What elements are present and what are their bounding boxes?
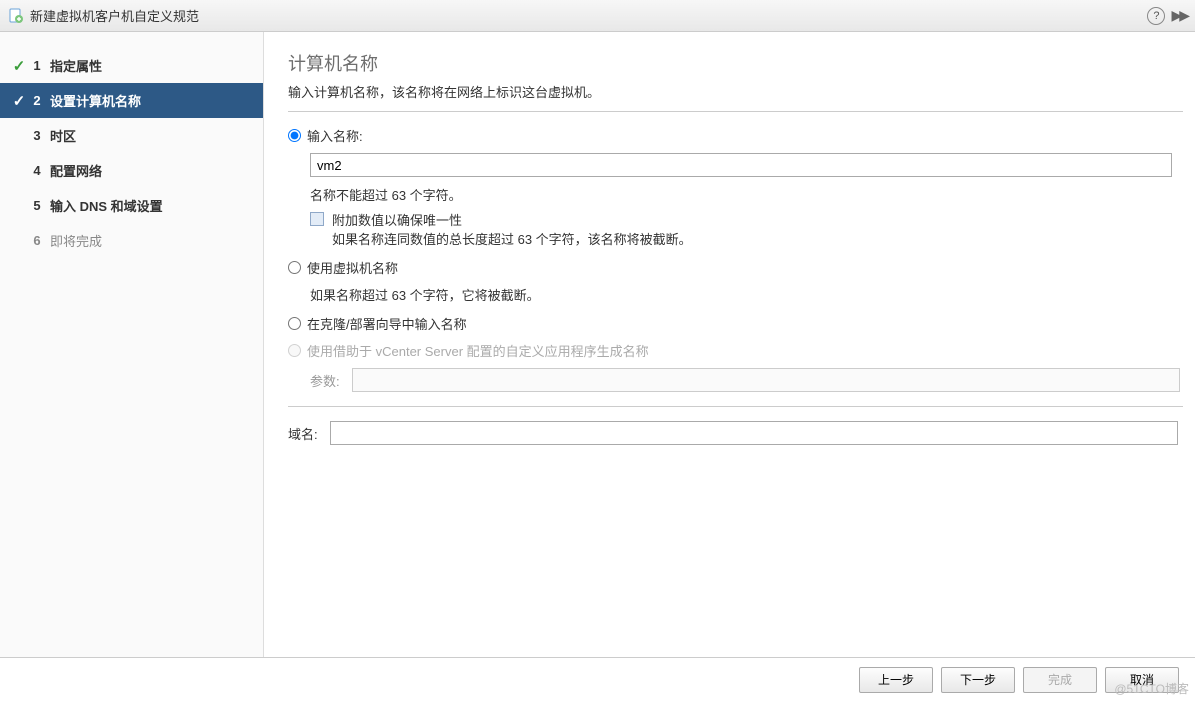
step-ready-to-complete[interactable]: 6 即将完成 bbox=[0, 223, 263, 258]
cancel-button[interactable]: 取消 bbox=[1105, 667, 1179, 693]
check-icon: ✓ bbox=[10, 57, 28, 75]
window-title: 新建虚拟机客户机自定义规范 bbox=[30, 6, 199, 25]
radio-input-name[interactable] bbox=[288, 129, 301, 142]
option-use-vm-name[interactable]: 使用虚拟机名称 bbox=[288, 258, 1183, 277]
step-number: 4 bbox=[28, 163, 46, 178]
page-subtitle: 输入计算机名称，该名称将在网络上标识这台虚拟机。 bbox=[288, 82, 1183, 101]
param-row: 参数: bbox=[310, 368, 1183, 392]
option-vcenter-app: 使用借助于 vCenter Server 配置的自定义应用程序生成名称 bbox=[288, 341, 1183, 360]
document-add-icon bbox=[8, 8, 24, 24]
radio-label: 使用借助于 vCenter Server 配置的自定义应用程序生成名称 bbox=[307, 341, 649, 360]
step-number: 5 bbox=[28, 198, 46, 213]
checkbox-hint: 如果名称连同数值的总长度超过 63 个字符，该名称将被截断。 bbox=[332, 229, 692, 248]
step-specify-properties[interactable]: ✓ 1 指定属性 bbox=[0, 48, 263, 83]
radio-clone-wizard[interactable] bbox=[288, 317, 301, 330]
step-label: 即将完成 bbox=[50, 231, 102, 250]
use-vm-name-hint: 如果名称超过 63 个字符，它将被截断。 bbox=[310, 285, 1183, 304]
step-label: 输入 DNS 和域设置 bbox=[50, 196, 163, 215]
name-length-hint: 名称不能超过 63 个字符。 bbox=[310, 185, 1183, 204]
back-button[interactable]: 上一步 bbox=[859, 667, 933, 693]
radio-label: 输入名称: bbox=[307, 126, 363, 145]
step-set-computer-name[interactable]: ✓ 2 设置计算机名称 bbox=[0, 83, 263, 118]
domain-input[interactable] bbox=[330, 421, 1178, 445]
step-dns-domain[interactable]: 5 输入 DNS 和域设置 bbox=[0, 188, 263, 223]
param-label: 参数: bbox=[310, 371, 344, 390]
content-pane: 计算机名称 输入计算机名称，该名称将在网络上标识这台虚拟机。 输入名称: 名称不… bbox=[264, 32, 1195, 657]
check-icon: ✓ bbox=[10, 92, 28, 110]
checkbox-label: 附加数值以确保唯一性 bbox=[332, 210, 692, 229]
step-number: 1 bbox=[28, 58, 46, 73]
help-icon[interactable]: ? bbox=[1147, 7, 1165, 25]
step-label: 指定属性 bbox=[50, 56, 102, 75]
option-input-name[interactable]: 输入名称: bbox=[288, 126, 1183, 145]
checkbox-icon[interactable] bbox=[310, 212, 324, 226]
finish-button: 完成 bbox=[1023, 667, 1097, 693]
radio-label: 在克隆/部署向导中输入名称 bbox=[307, 314, 467, 333]
step-label: 设置计算机名称 bbox=[50, 91, 141, 110]
title-bar: 新建虚拟机客户机自定义规范 ? ▶▶ bbox=[0, 0, 1195, 32]
step-number: 3 bbox=[28, 128, 46, 143]
radio-use-vm-name[interactable] bbox=[288, 261, 301, 274]
step-number: 2 bbox=[28, 93, 46, 108]
step-timezone[interactable]: 3 时区 bbox=[0, 118, 263, 153]
expand-icon[interactable]: ▶▶ bbox=[1171, 7, 1187, 24]
radio-label: 使用虚拟机名称 bbox=[307, 258, 398, 277]
page-heading: 计算机名称 bbox=[288, 50, 1183, 76]
radio-vcenter-app bbox=[288, 344, 301, 357]
divider bbox=[288, 111, 1183, 112]
step-number: 6 bbox=[28, 233, 46, 248]
computer-name-input[interactable] bbox=[310, 153, 1172, 177]
wizard-footer: 上一步 下一步 完成 取消 bbox=[0, 657, 1195, 701]
param-input bbox=[352, 368, 1180, 392]
append-numeric-checkbox-row[interactable]: 附加数值以确保唯一性 如果名称连同数值的总长度超过 63 个字符，该名称将被截断… bbox=[310, 210, 1183, 248]
next-button[interactable]: 下一步 bbox=[941, 667, 1015, 693]
divider bbox=[288, 406, 1183, 407]
wizard-sidebar: ✓ 1 指定属性 ✓ 2 设置计算机名称 3 时区 4 配置网络 5 输入 DN… bbox=[0, 32, 264, 657]
step-label: 配置网络 bbox=[50, 161, 102, 180]
domain-row: 域名: bbox=[288, 421, 1183, 445]
domain-label: 域名: bbox=[288, 424, 322, 443]
main-area: ✓ 1 指定属性 ✓ 2 设置计算机名称 3 时区 4 配置网络 5 输入 DN… bbox=[0, 32, 1195, 657]
option-clone-wizard[interactable]: 在克隆/部署向导中输入名称 bbox=[288, 314, 1183, 333]
step-label: 时区 bbox=[50, 126, 76, 145]
step-configure-network[interactable]: 4 配置网络 bbox=[0, 153, 263, 188]
